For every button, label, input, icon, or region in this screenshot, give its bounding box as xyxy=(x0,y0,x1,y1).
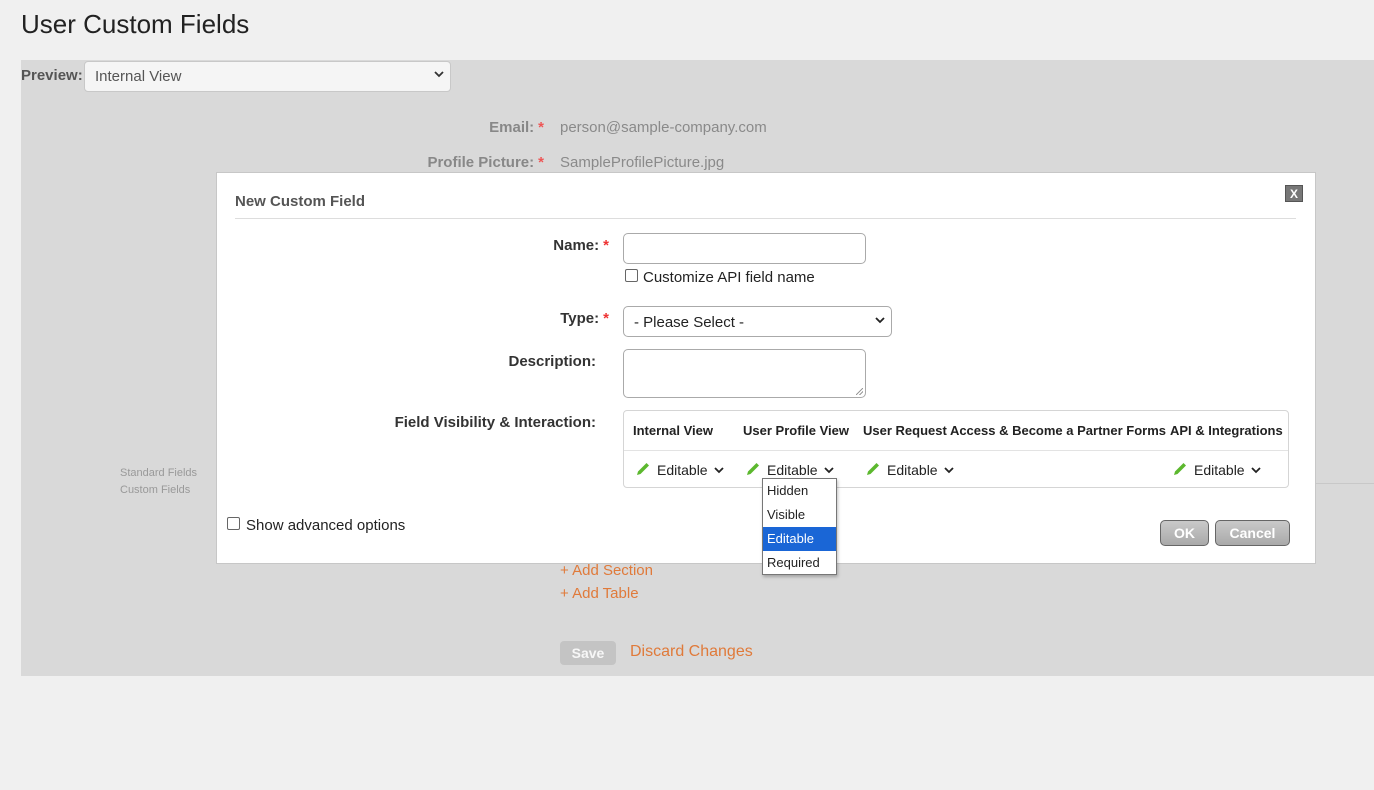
chevron-down-icon xyxy=(713,461,724,477)
discard-changes-link[interactable]: Discard Changes xyxy=(630,643,753,661)
table-divider xyxy=(624,450,1288,451)
type-select-value: - Please Select - xyxy=(634,314,745,331)
page-title: User Custom Fields xyxy=(21,9,250,39)
dialog-divider xyxy=(235,218,1296,219)
advanced-options-checkbox[interactable] xyxy=(227,517,240,530)
chevron-down-icon xyxy=(434,67,444,82)
dropdown-option-editable[interactable]: Editable xyxy=(763,527,836,551)
description-label: Description: xyxy=(508,353,596,370)
customize-api-checkbox[interactable] xyxy=(625,269,638,282)
name-input[interactable] xyxy=(623,233,866,264)
add-section-link[interactable]: + Add Section xyxy=(560,562,653,579)
pencil-icon xyxy=(1172,461,1188,480)
chevron-down-icon xyxy=(823,461,834,477)
standard-fields-link[interactable]: Standard Fields xyxy=(120,467,197,479)
column-header-user-profile-view: User Profile View xyxy=(743,423,849,438)
api-integrations-select[interactable]: Editable xyxy=(1172,461,1261,480)
add-table-link[interactable]: + Add Table xyxy=(560,585,639,602)
email-label: Email: * xyxy=(489,119,544,136)
profile-picture-label: Profile Picture: * xyxy=(427,154,544,171)
request-access-forms-select[interactable]: Editable xyxy=(865,461,954,480)
visibility-table: Internal View User Profile View User Req… xyxy=(623,410,1289,488)
save-button[interactable]: Save xyxy=(560,641,616,665)
column-header-request-access-forms: User Request Access & Become a Partner F… xyxy=(863,423,1166,438)
ok-button[interactable]: OK xyxy=(1160,520,1209,546)
column-header-internal-view: Internal View xyxy=(633,423,713,438)
chevron-down-icon xyxy=(1250,461,1261,477)
dropdown-option-hidden[interactable]: Hidden xyxy=(763,479,836,503)
preview-select-value: Internal View xyxy=(95,68,182,85)
dropdown-option-visible[interactable]: Visible xyxy=(763,503,836,527)
type-label: Type: * xyxy=(560,310,609,327)
type-select[interactable]: - Please Select - xyxy=(623,306,892,337)
visibility-label: Field Visibility & Interaction: xyxy=(394,414,596,431)
description-textarea[interactable] xyxy=(623,349,866,398)
pencil-icon xyxy=(865,461,881,480)
resize-grip-icon[interactable] xyxy=(856,388,863,395)
customize-api-label: Customize API field name xyxy=(643,269,815,286)
internal-view-select[interactable]: Editable xyxy=(635,461,724,480)
preview-select[interactable]: Internal View xyxy=(84,61,451,92)
visibility-dropdown: Hidden Visible Editable Required xyxy=(762,478,837,575)
cancel-button[interactable]: Cancel xyxy=(1215,520,1290,546)
dropdown-option-required[interactable]: Required xyxy=(763,551,836,575)
name-label: Name: * xyxy=(553,237,609,254)
pencil-icon xyxy=(745,461,761,480)
pencil-icon xyxy=(635,461,651,480)
chevron-down-icon xyxy=(875,313,885,328)
divider xyxy=(1316,483,1374,484)
profile-picture-value: SampleProfilePicture.jpg xyxy=(560,154,725,171)
email-value: person@sample-company.com xyxy=(560,119,767,136)
preview-label: Preview: xyxy=(21,67,83,84)
column-header-api-integrations: API & Integrations xyxy=(1170,423,1283,438)
close-icon[interactable]: X xyxy=(1285,185,1303,202)
chevron-down-icon xyxy=(943,461,954,477)
custom-fields-link[interactable]: Custom Fields xyxy=(120,484,190,496)
advanced-options-label: Show advanced options xyxy=(246,517,406,534)
dialog-title: New Custom Field xyxy=(235,193,366,210)
